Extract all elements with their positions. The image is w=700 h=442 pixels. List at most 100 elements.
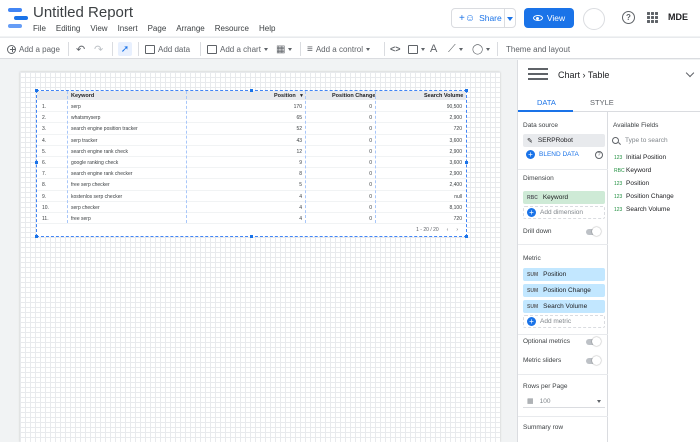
table-row[interactable]: 2. whatsmyserp 65 0 2,900: [37, 112, 466, 124]
column-header-position-change[interactable]: Position Change: [332, 93, 375, 99]
resize-handle[interactable]: [250, 89, 253, 92]
chevron-down-icon: [365, 47, 370, 51]
share-label: Share: [479, 13, 502, 23]
chevron-down-icon: [263, 47, 268, 51]
rows-per-page-select[interactable]: ▦ 100: [523, 395, 605, 408]
add-metric-button[interactable]: + Add metric: [523, 315, 605, 328]
metric-chip-position[interactable]: SUM Position: [523, 268, 605, 281]
menu-editing[interactable]: Editing: [56, 24, 80, 33]
resize-handle[interactable]: [35, 161, 38, 164]
table-row[interactable]: 7. search engine rank checker 8 0 2,900: [37, 168, 466, 180]
image-button[interactable]: [408, 42, 425, 56]
user-initials[interactable]: MDE: [668, 12, 688, 22]
table-row[interactable]: 6. google ranking check 9 0 3,600: [37, 157, 466, 169]
add-control-button[interactable]: ≡ Add a control: [307, 42, 370, 56]
table-chart[interactable]: Keyword Position ▼ Position Change Searc…: [35, 89, 468, 238]
select-tool-button[interactable]: ➚: [118, 42, 132, 56]
metric-chip-position-change[interactable]: SUM Position Change: [523, 284, 605, 297]
metric-chip-search-volume[interactable]: SUM Search Volume: [523, 300, 605, 313]
undo-icon[interactable]: ↶: [76, 42, 85, 56]
cell-keyword: kostenlos serp checker: [71, 193, 123, 200]
field-initial-position[interactable]: 123 Initial Position: [614, 154, 666, 161]
field-search-input[interactable]: Type to search: [612, 134, 696, 146]
add-chart-button[interactable]: Add a chart: [207, 42, 268, 56]
field-position[interactable]: 123 Position: [614, 180, 649, 187]
table-row[interactable]: 10. serp checker 4 0 8,100: [37, 202, 466, 213]
resize-handle[interactable]: [465, 161, 468, 164]
embed-code-icon[interactable]: <>: [390, 42, 401, 56]
row-number: 3.: [42, 126, 47, 133]
cell-keyword: google ranking check: [71, 160, 119, 166]
theme-and-layout-button[interactable]: Theme and layout: [506, 42, 570, 56]
add-dimension-button[interactable]: + Add dimension: [523, 206, 605, 219]
column-header-keyword[interactable]: Keyword: [71, 93, 94, 99]
dimension-chip-keyword[interactable]: RBC Keyword: [523, 191, 605, 204]
table-row[interactable]: 1. serp 170 0 90,500: [37, 101, 466, 113]
cell-position-change: 0: [369, 182, 372, 189]
field-search-volume[interactable]: 123 Search Volume: [614, 206, 670, 213]
line-button[interactable]: ⟋: [448, 42, 463, 56]
image-icon: [408, 44, 418, 54]
add-data-icon: [145, 44, 155, 54]
cell-search-volume: 3,600: [449, 160, 462, 166]
pagination-range: 1 - 20 / 20: [416, 227, 439, 233]
chart-type-breadcrumb[interactable]: Chart › Table: [558, 70, 609, 80]
resize-handle[interactable]: [35, 235, 38, 238]
row-number: 10.: [42, 204, 49, 211]
table-row[interactable]: 3. search engine position tracker 52 0 720: [37, 123, 466, 135]
report-title[interactable]: Untitled Report: [33, 4, 133, 21]
menu-resource[interactable]: Resource: [215, 24, 249, 33]
menu-page[interactable]: Page: [148, 24, 167, 33]
help-icon[interactable]: ?: [622, 11, 635, 24]
resize-handle[interactable]: [465, 235, 468, 238]
help-icon[interactable]: ?: [595, 150, 603, 159]
next-page-icon[interactable]: ›: [456, 227, 458, 233]
tab-data[interactable]: DATA: [537, 98, 556, 107]
pagination: 1 - 20 / 20 ‹ ›: [416, 227, 458, 233]
field-position-change[interactable]: 123 Position Change: [614, 193, 674, 200]
cell-position-change: 0: [369, 160, 372, 166]
field-keyword[interactable]: RBC Keyword: [614, 167, 651, 174]
cell-position-change: 0: [369, 204, 372, 211]
menu-file[interactable]: File: [33, 24, 46, 33]
menu-help[interactable]: Help: [259, 24, 275, 33]
menu-arrange[interactable]: Arrange: [176, 24, 204, 33]
column-header-position[interactable]: Position: [274, 93, 296, 99]
view-button[interactable]: View: [524, 8, 574, 28]
table-row[interactable]: 9. kostenlos serp checker 4 0 null: [37, 191, 466, 202]
add-page-button[interactable]: Add a page: [7, 42, 60, 56]
shape-button[interactable]: ◯: [472, 42, 491, 56]
metric-sliders-toggle[interactable]: [586, 356, 601, 365]
pencil-icon[interactable]: ✎: [527, 137, 533, 145]
blend-data-button[interactable]: + BLEND DATA ?: [523, 148, 605, 161]
cell-position: 4: [299, 216, 302, 222]
table-row[interactable]: 8. free serp checker 5 0 2,400: [37, 179, 466, 191]
tab-style[interactable]: STYLE: [590, 98, 614, 107]
redo-icon[interactable]: ↷: [94, 42, 103, 56]
table-row[interactable]: 11. free serp 4 0 720: [37, 213, 466, 225]
chevron-down-icon: [458, 47, 463, 51]
avatar[interactable]: [583, 8, 605, 30]
share-button[interactable]: +☺ Share: [451, 8, 516, 28]
drill-down-toggle[interactable]: [586, 227, 601, 236]
community-viz-button[interactable]: ▦: [276, 42, 293, 56]
apps-grid-icon[interactable]: [647, 12, 658, 23]
optional-metrics-toggle[interactable]: [586, 337, 601, 346]
text-button[interactable]: A: [430, 42, 437, 56]
resize-handle[interactable]: [465, 89, 468, 92]
table-row[interactable]: 4. serp tracker 43 0 3,600: [37, 135, 466, 146]
data-studio-logo-icon[interactable]: [8, 6, 28, 32]
menu-insert[interactable]: Insert: [118, 24, 138, 33]
cell-position-change: 0: [369, 104, 372, 110]
menu-view[interactable]: View: [90, 24, 107, 33]
prev-page-icon[interactable]: ‹: [447, 227, 449, 233]
add-circle-icon: +: [527, 317, 536, 326]
column-header-search-volume[interactable]: Search Volume: [424, 93, 463, 99]
table-row[interactable]: 5. search engine rank check 12 0 2,900: [37, 146, 466, 157]
add-data-button[interactable]: Add data: [145, 42, 190, 56]
resize-handle[interactable]: [35, 89, 38, 92]
collapse-chevron-icon[interactable]: [685, 68, 695, 78]
data-source-chip[interactable]: ✎ SERPRobot: [523, 134, 605, 147]
resize-handle[interactable]: [250, 235, 253, 238]
share-dropdown-icon[interactable]: [507, 17, 513, 21]
